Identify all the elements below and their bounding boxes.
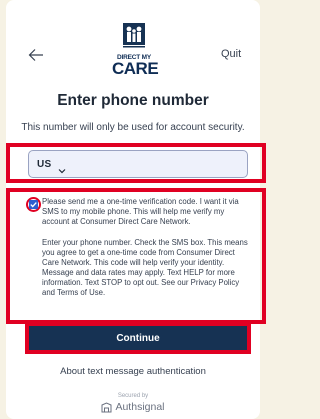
chevron-down-icon [58,161,66,174]
direct-my-care-logo: DIRECT MY CARE [112,22,159,86]
authsignal-brand: Authsignal [0,401,266,413]
legal-disclosure-text: Enter your phone number. Check the SMS b… [42,238,248,297]
page-title: Enter phone number [57,92,209,109]
secured-by-label: Secured by [117,393,149,399]
family-icon [123,23,145,48]
about-sms-auth-link[interactable]: About text message authentication [0,366,266,377]
quit-button[interactable]: Quit [221,48,241,60]
country-code-select[interactable]: US [28,150,248,178]
page-subtitle: This number will only be used for accoun… [21,122,245,133]
logo-text-care: CARE [112,59,159,78]
authsignal-brand-name: Authsignal [115,401,165,413]
country-code-value: US [37,158,52,170]
authsignal-logo-icon [101,401,112,412]
sms-consent-label: Please send me a one-time verification c… [42,197,239,226]
arrow-left-icon[interactable] [28,48,44,62]
continue-button[interactable]: Continue [29,326,247,350]
checkmark-icon [30,202,37,208]
sms-consent-checkbox[interactable] [29,200,38,209]
